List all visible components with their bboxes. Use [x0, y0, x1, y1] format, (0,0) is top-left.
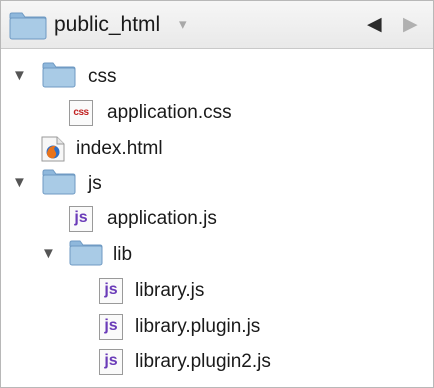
tree-item-label: library.js — [135, 280, 205, 301]
tree-item-library-plugin2-js[interactable]: js library.plugin2.js — [1, 341, 433, 381]
tree-item-label: css — [88, 66, 117, 87]
disclosure-triangle-icon[interactable]: ▼ — [41, 244, 56, 264]
tree-item-css-folder[interactable]: ▼ css — [1, 56, 433, 96]
path-title[interactable]: public_html — [54, 13, 160, 37]
tree-item-index-html[interactable]: index.html — [1, 128, 433, 168]
tree-item-label: library.plugin.js — [135, 316, 261, 337]
folder-icon — [69, 240, 103, 271]
js-file-icon: js — [99, 314, 123, 340]
tree-item-library-js[interactable]: js library.js — [1, 270, 433, 310]
tree-item-label: js — [88, 173, 102, 194]
js-file-icon: js — [99, 278, 123, 304]
tree-item-label: library.plugin2.js — [135, 351, 271, 372]
file-browser-window: public_html ▾ ◀ ▶ ▼ css css application.… — [0, 0, 434, 388]
tree-item-application-js[interactable]: js application.js — [1, 198, 433, 238]
forward-arrow-icon[interactable]: ▶ — [403, 14, 418, 36]
js-file-icon: js — [69, 206, 93, 232]
folder-icon — [42, 169, 76, 200]
tree-item-library-plugin-js[interactable]: js library.plugin.js — [1, 306, 433, 346]
tree-item-application-css[interactable]: css application.css — [1, 92, 433, 132]
js-file-icon: js — [99, 349, 123, 375]
path-bar: public_html ▾ ◀ ▶ — [1, 1, 433, 49]
disclosure-triangle-icon[interactable]: ▼ — [12, 66, 27, 86]
tree-item-lib-folder[interactable]: ▼ lib — [1, 234, 433, 274]
disclosure-triangle-icon[interactable]: ▼ — [12, 173, 27, 193]
tree-item-label: index.html — [76, 138, 163, 159]
tree-item-js-folder[interactable]: ▼ js — [1, 163, 433, 203]
tree-item-label: application.css — [107, 102, 232, 123]
chevron-down-icon[interactable]: ▾ — [179, 15, 187, 35]
css-file-icon: css — [69, 100, 93, 126]
folder-icon — [9, 12, 47, 45]
tree-item-label: application.js — [107, 208, 217, 229]
back-arrow-icon[interactable]: ◀ — [367, 14, 382, 36]
tree-item-label: lib — [113, 244, 133, 265]
folder-icon — [42, 62, 76, 93]
